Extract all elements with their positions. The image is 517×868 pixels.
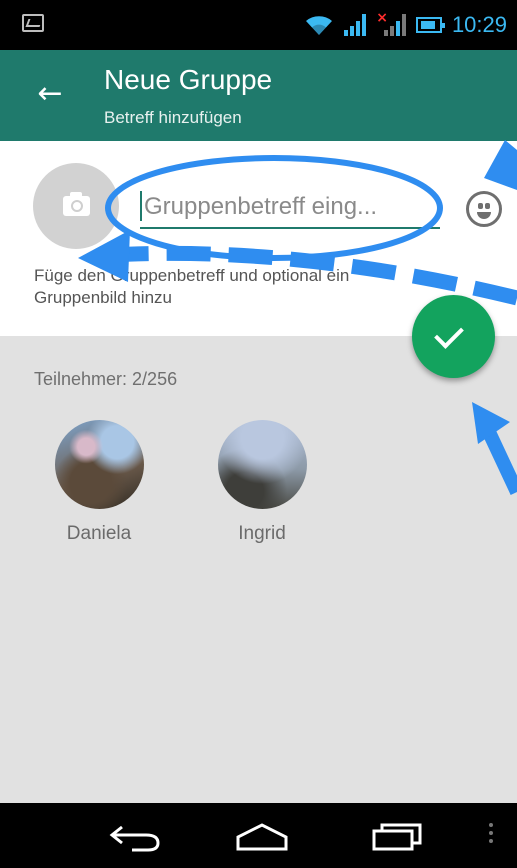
status-time: 10:29 xyxy=(451,12,507,37)
page-title: Neue Gruppe xyxy=(104,64,273,95)
group-photo-picker[interactable] xyxy=(33,163,119,249)
camera-icon xyxy=(63,192,90,216)
app-bar: ← Neue Gruppe Betreff hinzufügen xyxy=(0,50,517,141)
system-nav-bar xyxy=(0,803,517,868)
text-cursor xyxy=(140,191,142,221)
page-subtitle: Betreff hinzufügen xyxy=(104,108,242,127)
group-subject-input[interactable] xyxy=(144,187,436,227)
signal-icon xyxy=(344,14,367,36)
annotation-arrow-bottom xyxy=(481,427,517,495)
participant-avatar xyxy=(54,420,144,509)
home-nav-icon[interactable] xyxy=(232,819,292,853)
participant-name: Daniela xyxy=(66,523,132,544)
back-arrow-icon[interactable]: ← xyxy=(30,74,70,114)
image-notification-icon xyxy=(22,14,44,32)
participant-name: Ingrid xyxy=(238,523,286,544)
wifi-icon xyxy=(306,16,333,35)
participant-item[interactable]: Daniela xyxy=(39,420,159,545)
overflow-menu-icon[interactable] xyxy=(488,819,494,853)
participant-avatar xyxy=(217,420,307,509)
participant-item[interactable]: Ingrid xyxy=(202,420,322,545)
no-sim-signal-icon: × xyxy=(376,10,406,36)
status-icons: × 10:29 xyxy=(304,9,507,41)
subject-hint-text: Füge den Gruppenbetreff und optional ein… xyxy=(34,266,350,307)
recent-apps-icon[interactable] xyxy=(368,819,428,853)
back-nav-icon[interactable] xyxy=(106,819,166,853)
emoji-icon[interactable] xyxy=(466,191,502,227)
status-bar: × 10:29 xyxy=(0,0,517,50)
group-subject-field[interactable] xyxy=(140,187,440,229)
confirm-fab-button[interactable] xyxy=(412,295,495,378)
battery-icon xyxy=(415,17,445,33)
annotation-arrowhead-bottom xyxy=(472,402,510,444)
participants-count: Teilnehmer: 2/256 xyxy=(34,369,178,389)
